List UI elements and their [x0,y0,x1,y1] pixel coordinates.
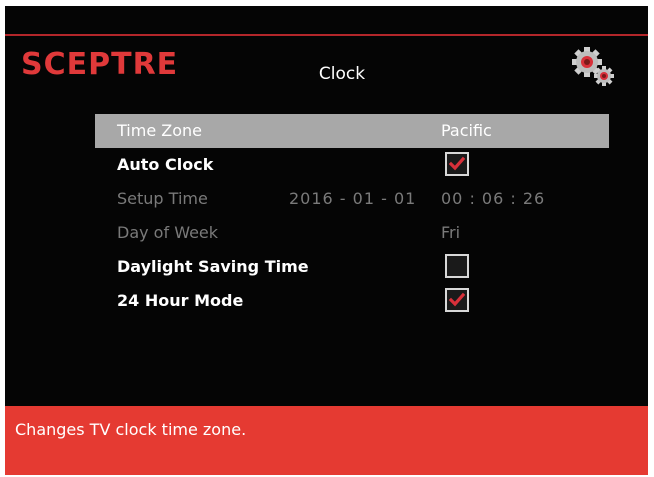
page-title: Clock [318,64,366,84]
auto-clock-label: Auto Clock [117,155,214,174]
menu-item-day-of-week: Day of Week Fri [95,216,609,250]
menu-item-auto-clock[interactable]: Auto Clock [95,148,609,182]
hour-mode-label: 24 Hour Mode [117,291,244,310]
auto-clock-checkbox[interactable] [445,152,469,176]
menu-item-time-zone[interactable]: Time Zone Pacific [95,114,609,148]
help-text: Changes TV clock time zone. [15,420,247,439]
checkmark-icon [449,292,465,307]
time-zone-label: Time Zone [117,121,202,140]
day-of-week-value: Fri [441,223,461,242]
setup-time-label: Setup Time [117,189,208,208]
sceptre-logo: SCEPTRE [21,47,179,82]
day-of-week-label: Day of Week [117,223,219,242]
time-zone-value[interactable]: Pacific [441,114,492,148]
header-divider [5,34,648,36]
clock-menu: Time Zone Pacific Auto Clock Setup Time … [95,114,609,318]
hour-mode-checkbox[interactable] [445,288,469,312]
menu-item-24-hour-mode[interactable]: 24 Hour Mode [95,284,609,318]
setup-time-value: 00 : 06 : 26 [441,189,546,208]
daylight-saving-label: Daylight Saving Time [117,257,309,276]
menu-item-setup-time: Setup Time 2016 - 01 - 01 00 : 06 : 26 [95,182,609,216]
checkmark-icon [449,156,465,171]
gears-icon [571,46,615,88]
menu-item-daylight-saving[interactable]: Daylight Saving Time [95,250,609,284]
setup-date-value: 2016 - 01 - 01 [289,189,417,208]
tv-screen: SCEPTRE Clock Time Zone Pacific Auto Clo… [5,6,648,475]
help-bar: Changes TV clock time zone. [5,406,648,475]
daylight-saving-checkbox[interactable] [445,254,469,278]
